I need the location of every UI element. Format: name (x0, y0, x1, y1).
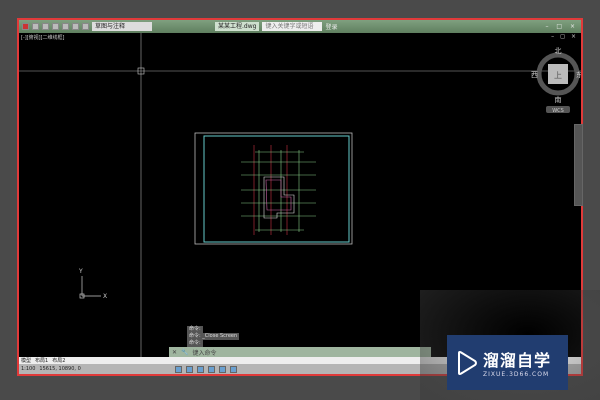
ucs-icon (79, 276, 101, 299)
tab-layout1[interactable]: 布局1 (35, 357, 48, 364)
floor-plan (241, 145, 316, 235)
command-line: 命令: _Close Screen (187, 333, 240, 340)
command-line: 命令: (187, 340, 203, 347)
compass-east: 东 (576, 70, 581, 79)
ortho-icon[interactable] (196, 365, 204, 373)
command-input[interactable]: ✕ 🔧 键入命令 (169, 347, 431, 357)
play-logo-icon (458, 350, 477, 375)
command-history: 命令: 命令: _Close Screen 命令: (187, 326, 240, 347)
ucs-x-label: X (103, 293, 107, 300)
polar-icon[interactable] (207, 365, 215, 373)
command-placeholder[interactable]: 键入命令 (193, 348, 217, 357)
viewcube-top: 上 (554, 71, 562, 80)
wrench-icon[interactable]: 🔧 (181, 349, 188, 356)
command-line: 命令: (187, 326, 203, 333)
watermark-url: ZIXUE.3D66.COM (483, 371, 550, 378)
compass-south: 南 (555, 95, 562, 104)
coordinates: 15615, 10890, 0 (39, 366, 81, 372)
lineweight-icon[interactable] (229, 365, 237, 373)
tab-model[interactable]: 模型 (21, 357, 31, 364)
grid-icon[interactable] (174, 365, 182, 373)
snap-icon[interactable] (185, 365, 193, 373)
viewcube[interactable]: 上 北 南 东 西 WCS (531, 47, 581, 114)
navigation-bar[interactable] (574, 124, 583, 206)
tab-layout2[interactable]: 布局2 (52, 357, 65, 364)
ucs-y-label: Y (78, 268, 83, 275)
osnap-icon[interactable] (218, 365, 226, 373)
watermark-name: 溜溜自学 (483, 351, 552, 370)
compass-north: 北 (555, 47, 562, 55)
watermark: 溜溜自学 ZIXUE.3D66.COM (447, 335, 568, 390)
annotation-scale[interactable]: 1:100 (21, 366, 35, 372)
close-icon[interactable]: ✕ (172, 349, 177, 356)
paper-border (194, 132, 353, 245)
compass-west: 西 (531, 71, 538, 79)
wcs-menu: WCS (552, 108, 564, 114)
